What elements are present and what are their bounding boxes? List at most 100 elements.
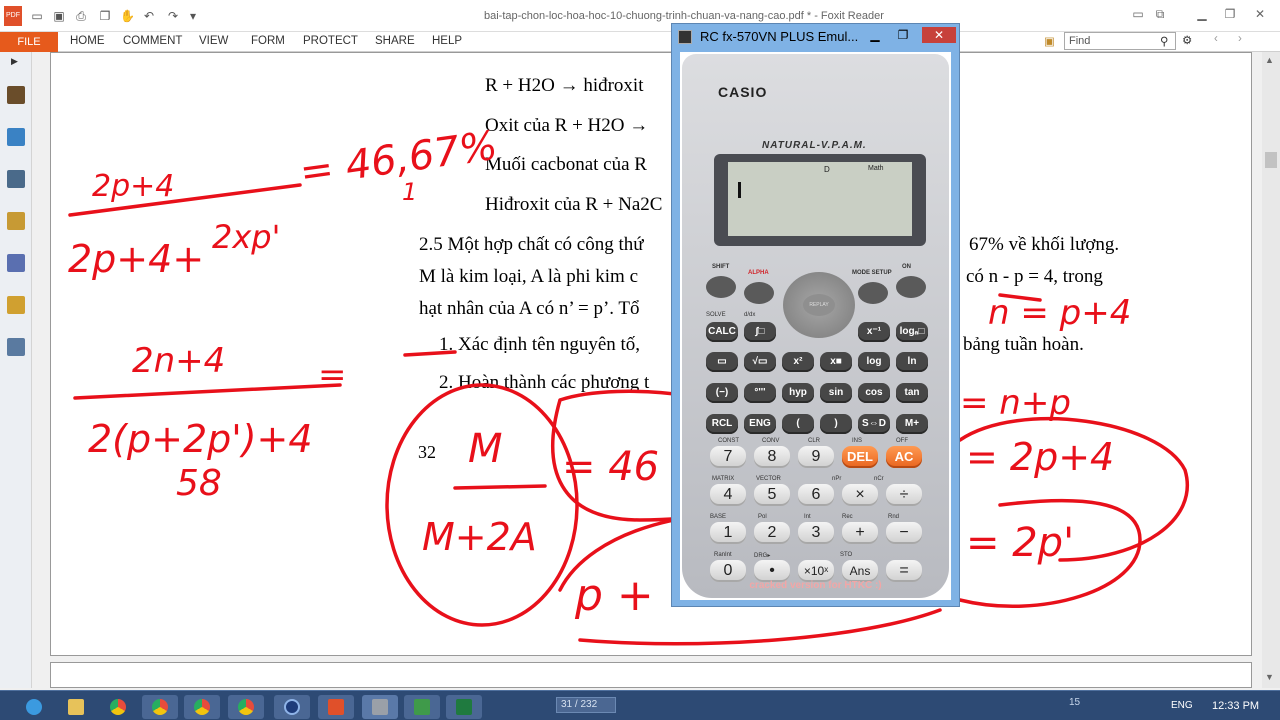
page-number-input[interactable]: 31 / 232 — [556, 697, 616, 713]
close-button[interactable]: ✕ — [1252, 6, 1268, 22]
shift-key[interactable] — [706, 276, 736, 298]
taskbar-chrome-4[interactable] — [228, 695, 264, 719]
layers-icon[interactable] — [7, 170, 25, 188]
calc-key-calc[interactable]: CALC — [706, 322, 738, 342]
calc-key-logab[interactable]: logₐ□ — [896, 322, 928, 342]
taskbar-chrome-1[interactable] — [100, 695, 136, 719]
bookmark-icon[interactable] — [7, 86, 25, 104]
calc-key-del[interactable]: DEL — [842, 446, 878, 468]
calc-key-9[interactable]: 9 — [798, 446, 834, 468]
tab-share[interactable]: SHARE — [375, 35, 415, 47]
open-icon[interactable]: ▭ — [30, 9, 44, 23]
calc-key-3[interactable]: 3 — [798, 522, 834, 544]
calc-key-square[interactable]: x² — [782, 352, 814, 372]
print-icon[interactable]: ⎙ — [74, 9, 88, 23]
customize-icon[interactable]: ▾ — [186, 9, 200, 23]
new-icon[interactable]: ❐ — [98, 9, 112, 23]
calc-key-sqrt[interactable]: √▭ — [744, 352, 776, 372]
calc-key-power[interactable]: x■ — [820, 352, 852, 372]
signature-icon[interactable] — [7, 338, 25, 356]
calc-key-log[interactable]: log — [858, 352, 890, 372]
calc-key-tan[interactable]: tan — [896, 383, 928, 403]
tab-help[interactable]: HELP — [432, 35, 462, 47]
taskbar-excel[interactable] — [446, 695, 482, 719]
tab-protect[interactable]: PROTECT — [303, 35, 358, 47]
calc-key-inverse[interactable]: x⁻¹ — [858, 322, 890, 342]
calc-key-exp10[interactable]: ×10ˣ — [798, 560, 834, 582]
security-lock-icon[interactable] — [7, 296, 25, 314]
calc-close-button[interactable]: ✕ — [922, 27, 956, 43]
taskbar-explorer[interactable] — [58, 695, 94, 719]
on-key[interactable] — [896, 276, 926, 298]
calc-key-minus[interactable]: − — [886, 522, 922, 544]
mode-key[interactable] — [858, 282, 888, 304]
calc-maximize-button[interactable]: ❐ — [890, 27, 916, 43]
tab-view[interactable]: VIEW — [199, 35, 228, 47]
calc-key-2[interactable]: 2 — [754, 522, 790, 544]
replay-dpad[interactable]: REPLAY — [783, 272, 855, 338]
calc-key-open-paren[interactable]: ( — [782, 414, 814, 434]
calc-key-ans[interactable]: Ans — [842, 560, 878, 582]
calc-key-integral[interactable]: ∫□ — [744, 322, 776, 342]
hand-icon[interactable]: ✋ — [120, 9, 135, 23]
calc-key-ln[interactable]: ln — [896, 352, 928, 372]
forward-icon[interactable]: › — [1238, 33, 1242, 45]
back-icon[interactable]: ‹ — [1214, 33, 1218, 45]
calc-key-0[interactable]: 0 — [710, 560, 746, 582]
taskbar-chrome-2[interactable] — [142, 695, 178, 719]
calc-key-fraction[interactable]: ▭ — [706, 352, 738, 372]
calc-key-4[interactable]: 4 — [710, 484, 746, 506]
calc-key-ac[interactable]: AC — [886, 446, 922, 468]
calc-key-sd[interactable]: S⇔D — [858, 414, 890, 434]
save-icon[interactable]: ▣ — [52, 9, 66, 23]
alpha-key[interactable] — [744, 282, 774, 304]
calc-key-rcl[interactable]: RCL — [706, 414, 738, 434]
settings-gear-icon[interactable]: ⚙ — [1182, 33, 1192, 47]
calc-key-divide[interactable]: ÷ — [886, 484, 922, 506]
tray-language[interactable]: ENG — [1171, 700, 1193, 711]
pages-icon[interactable] — [7, 128, 25, 146]
tab-home[interactable]: HOME — [70, 35, 105, 47]
find-folder-icon[interactable]: ▣ — [1044, 34, 1055, 48]
taskbar-media[interactable] — [274, 695, 310, 719]
calc-key-eng[interactable]: ENG — [744, 414, 776, 434]
vertical-scrollbar[interactable]: ▲ ▼ — [1262, 52, 1280, 688]
calc-key-negative[interactable]: (−) — [706, 383, 738, 403]
calc-key-close-paren[interactable]: ) — [820, 414, 852, 434]
ribbon-toggle-icon[interactable]: ▭ — [1130, 6, 1146, 22]
attachments-icon[interactable] — [7, 254, 25, 272]
calc-key-hyp[interactable]: hyp — [782, 383, 814, 403]
redo-icon[interactable]: ↷ — [166, 9, 180, 23]
scroll-down-icon[interactable]: ▼ — [1265, 672, 1274, 682]
taskbar-chrome-3[interactable] — [184, 695, 220, 719]
scroll-up-icon[interactable]: ▲ — [1265, 55, 1274, 65]
maximize-button[interactable]: ❐ — [1222, 6, 1238, 22]
calc-minimize-button[interactable]: ▁ — [862, 27, 888, 43]
calc-key-6[interactable]: 6 — [798, 484, 834, 506]
taskbar-ie[interactable] — [16, 695, 52, 719]
taskbar-foxit[interactable] — [318, 695, 354, 719]
calculator-window[interactable]: RC fx-570VN PLUS Emul... ▁ ❐ ✕ CASIO NAT… — [671, 23, 960, 607]
calc-key-dot[interactable]: • — [754, 560, 790, 582]
calc-key-degrees[interactable]: °''' — [744, 383, 776, 403]
calc-key-equals[interactable]: = — [886, 560, 922, 582]
calc-key-5[interactable]: 5 — [754, 484, 790, 506]
calc-key-mplus[interactable]: M+ — [896, 414, 928, 434]
search-icon[interactable]: ⚲ — [1160, 34, 1168, 48]
scroll-thumb[interactable] — [1265, 152, 1277, 168]
tray-clock[interactable]: 12:33 PM — [1212, 700, 1259, 712]
comments-icon[interactable] — [7, 212, 25, 230]
tab-form[interactable]: FORM — [251, 35, 285, 47]
tab-comment[interactable]: COMMENT — [123, 35, 182, 47]
calc-key-7[interactable]: 7 — [710, 446, 746, 468]
calc-key-plus[interactable]: + — [842, 522, 878, 544]
expand-icon[interactable]: ▶ — [11, 56, 21, 74]
taskbar-app[interactable] — [404, 695, 440, 719]
calc-key-1[interactable]: 1 — [710, 522, 746, 544]
taskbar-calculator[interactable] — [362, 695, 398, 719]
restore-icon[interactable]: ⧉ — [1152, 6, 1168, 22]
calc-key-multiply[interactable]: × — [842, 484, 878, 506]
calc-key-sin[interactable]: sin — [820, 383, 852, 403]
calc-key-8[interactable]: 8 — [754, 446, 790, 468]
tab-file[interactable]: FILE — [0, 32, 58, 52]
